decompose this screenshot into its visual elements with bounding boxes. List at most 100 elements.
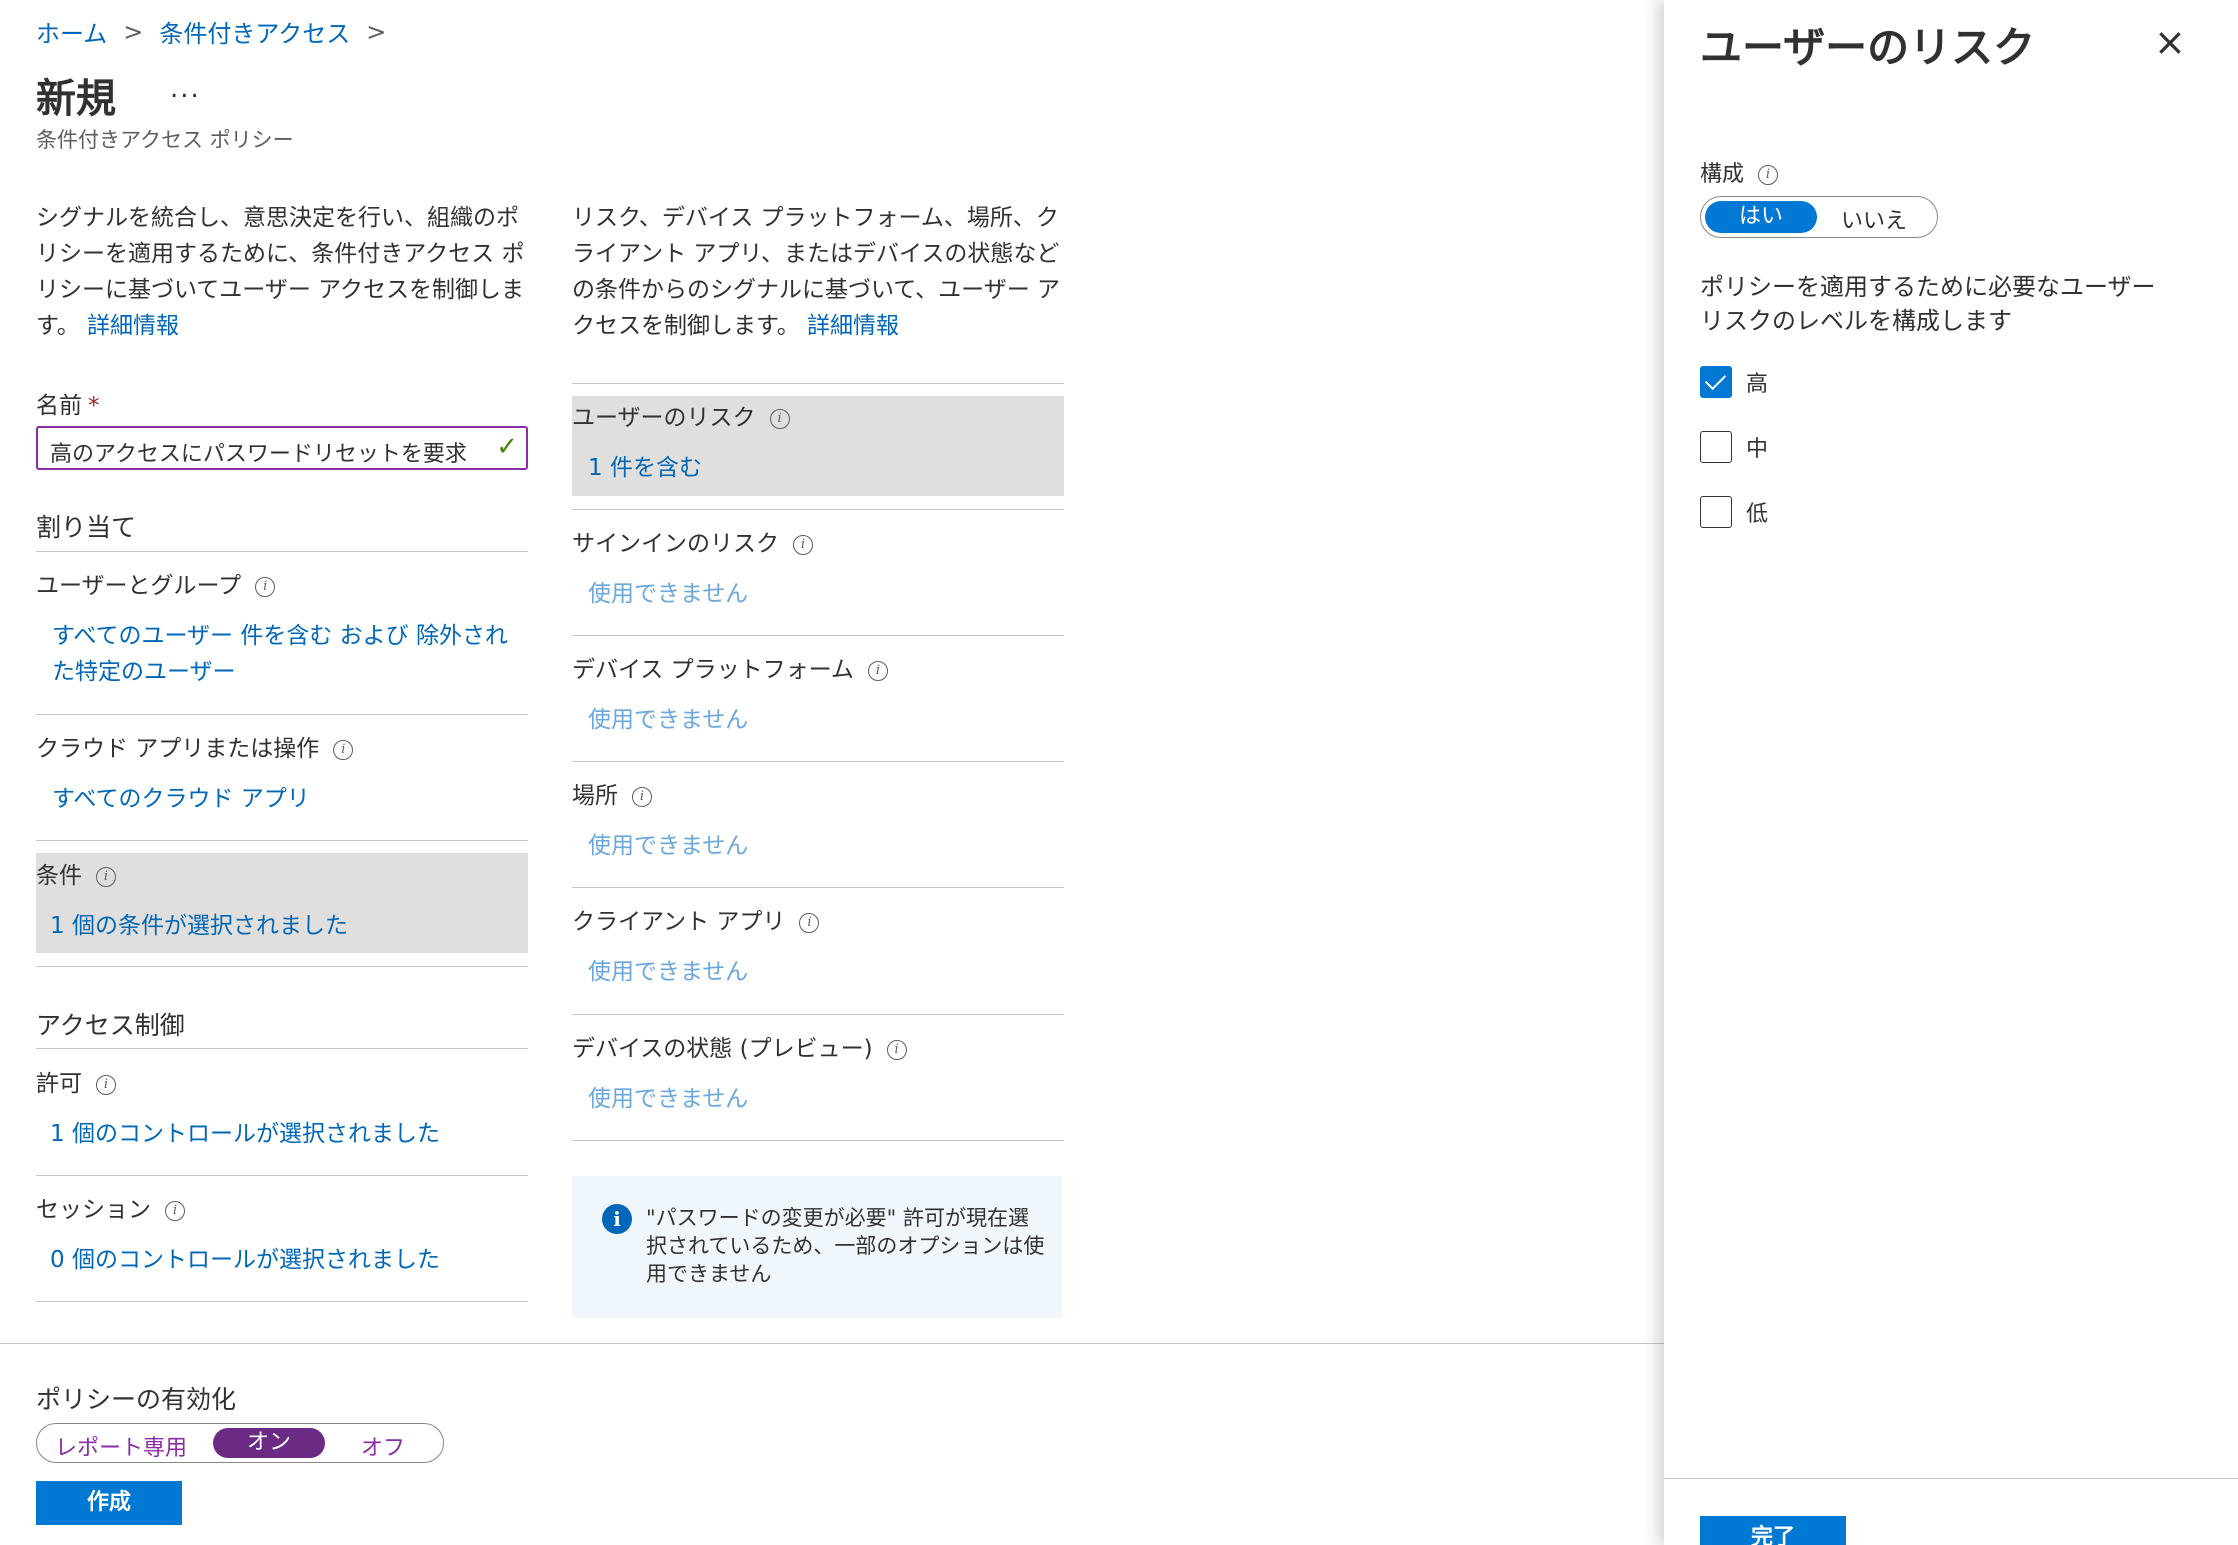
required-marker: *: [88, 393, 100, 419]
divider: [36, 1048, 528, 1049]
grant-label: 許可: [36, 1071, 82, 1097]
info-icon[interactable]: i: [255, 576, 276, 597]
divider: [572, 1140, 1064, 1141]
close-icon[interactable]: ×: [2154, 22, 2186, 62]
device-platform-item: デバイス プラットフォーム i 使用できません: [572, 650, 1064, 738]
users-label: ユーザーとグループ: [36, 573, 242, 599]
info-icon[interactable]: i: [1758, 165, 1779, 185]
risk-level-high-label: 高: [1746, 372, 1769, 397]
option-off[interactable]: オフ: [361, 1430, 405, 1462]
risk-level-medium[interactable]: 中: [1700, 431, 1768, 463]
cloud-apps-label: クラウド アプリまたは操作: [36, 736, 320, 762]
checkbox-medium[interactable]: [1700, 431, 1732, 463]
user-risk-item[interactable]: ユーザーのリスク i 1 件を含む: [572, 398, 1064, 486]
footer-divider: [0, 1343, 1664, 1344]
info-icon[interactable]: i: [333, 739, 354, 760]
session-value-link[interactable]: 0 個のコントロールが選択されました: [50, 1242, 528, 1278]
conditions-item[interactable]: 条件 i 1 個の条件が選択されました: [36, 856, 528, 944]
info-message-bar: i "パスワードの変更が必要" 許可が現在選択されているため、一部のオプションは…: [572, 1176, 1062, 1318]
configure-toggle: はい いいえ: [1700, 196, 1938, 238]
enable-policy-toggle: レポート専用 オン オフ: [36, 1423, 444, 1463]
info-icon[interactable]: i: [96, 1074, 116, 1095]
grant-item: 許可 i 1 個のコントロールが選択されました: [36, 1064, 528, 1152]
done-button[interactable]: 完了: [1700, 1516, 1846, 1545]
signin-risk-label: サインインのリスク: [572, 531, 779, 557]
checkmark-icon: ✓: [496, 432, 518, 462]
panel-footer-divider: [1664, 1478, 2238, 1479]
info-filled-icon: i: [602, 1204, 632, 1234]
info-icon[interactable]: i: [793, 534, 813, 555]
left-description: シグナルを統合し、意思決定を行い、組織のポリシーを適用するために、条件付きアクセ…: [36, 200, 536, 344]
device-platform-label: デバイス プラットフォーム: [572, 657, 854, 683]
access-controls-heading: アクセス制御: [36, 1011, 185, 1040]
risk-level-low[interactable]: 低: [1700, 496, 1768, 528]
divider: [572, 635, 1064, 636]
info-icon[interactable]: i: [165, 1200, 185, 1221]
session-label: セッション: [36, 1197, 151, 1223]
divider: [36, 966, 528, 967]
enable-policy-label: ポリシーの有効化: [36, 1385, 237, 1414]
panel-title: ユーザーのリスク: [1700, 23, 2036, 72]
info-icon[interactable]: i: [886, 1039, 907, 1060]
breadcrumb-conditional-access[interactable]: 条件付きアクセス: [159, 14, 350, 49]
info-icon[interactable]: i: [769, 408, 790, 429]
users-value-link[interactable]: すべてのユーザー 件を含む および 除外された特定のユーザー: [52, 618, 528, 690]
assignments-heading: 割り当て: [36, 513, 137, 542]
divider: [36, 714, 528, 715]
middle-description: リスク、デバイス プラットフォーム、場所、クライアント アプリ、またはデバイスの…: [572, 200, 1062, 344]
divider: [572, 1014, 1064, 1015]
info-icon[interactable]: i: [96, 866, 116, 887]
signin-risk-item: サインインのリスク i 使用できません: [572, 524, 1064, 612]
cloud-apps-item: クラウド アプリまたは操作 i すべてのクラウド アプリ: [36, 729, 528, 817]
breadcrumb: ホーム > 条件付きアクセス >: [36, 14, 386, 49]
page-subtitle: 条件付きアクセス ポリシー: [36, 128, 294, 152]
divider: [36, 551, 528, 552]
user-risk-value-link[interactable]: 1 件を含む: [588, 450, 1064, 486]
device-state-item: デバイスの状態 (プレビュー) i 使用できません: [572, 1029, 1064, 1117]
divider: [572, 383, 1064, 384]
toggle-no[interactable]: いいえ: [1841, 203, 1907, 235]
risk-level-low-label: 低: [1746, 502, 1769, 527]
info-icon[interactable]: i: [867, 660, 888, 681]
policy-name-input[interactable]: 高のアクセスにパスワードリセットを要求 ✓: [36, 426, 528, 470]
users-and-groups-item: ユーザーとグループ i すべてのユーザー 件を含む および 除外された特定のユーザ…: [36, 566, 528, 690]
name-label: 名前 *: [36, 386, 100, 420]
divider: [572, 509, 1064, 510]
divider: [36, 1301, 528, 1302]
configure-label-text: 構成: [1700, 162, 1745, 187]
user-risk-panel: ユーザーのリスク × 構成 i はい いいえ ポリシーを適用するために必要なユーザ…: [1664, 0, 2238, 1545]
device-state-value: 使用できません: [588, 1086, 749, 1112]
chevron-right-icon: >: [366, 17, 387, 46]
info-icon[interactable]: i: [799, 912, 820, 933]
toggle-yes[interactable]: はい: [1705, 201, 1817, 233]
divider: [572, 761, 1064, 762]
location-item: 場所 i 使用できません: [572, 776, 1064, 864]
page-title: 新規: [36, 76, 116, 122]
policy-name-value: 高のアクセスにパスワードリセットを要求: [50, 442, 467, 467]
signin-risk-value: 使用できません: [588, 581, 749, 607]
cloud-apps-value-link[interactable]: すべてのクラウド アプリ: [52, 781, 528, 817]
client-apps-label: クライアント アプリ: [572, 909, 786, 935]
learn-more-link[interactable]: 詳細情報: [807, 313, 899, 339]
conditions-value-link[interactable]: 1 個の条件が選択されました: [50, 908, 528, 944]
info-message-text: "パスワードの変更が必要" 許可が現在選択されているため、一部のオプションは使用…: [646, 1206, 1045, 1286]
learn-more-link[interactable]: 詳細情報: [87, 313, 179, 339]
checkbox-high[interactable]: [1700, 366, 1732, 398]
name-label-text: 名前: [36, 393, 82, 419]
configure-label: 構成 i: [1700, 156, 1779, 188]
divider: [572, 887, 1064, 888]
risk-level-high[interactable]: 高: [1700, 366, 1768, 398]
option-report-only[interactable]: レポート専用: [55, 1430, 187, 1462]
device-platform-value: 使用できません: [588, 707, 749, 733]
grant-value-link[interactable]: 1 個のコントロールが選択されました: [50, 1116, 528, 1152]
option-on[interactable]: オン: [213, 1428, 325, 1458]
info-icon[interactable]: i: [632, 786, 652, 807]
device-state-label: デバイスの状態 (プレビュー): [572, 1036, 873, 1062]
breadcrumb-home[interactable]: ホーム: [36, 14, 107, 49]
create-button[interactable]: 作成: [36, 1481, 182, 1525]
user-risk-label: ユーザーのリスク: [572, 405, 756, 431]
more-options-icon[interactable]: ...: [170, 74, 201, 104]
session-item: セッション i 0 個のコントロールが選択されました: [36, 1190, 528, 1278]
checkbox-low[interactable]: [1700, 496, 1732, 528]
divider: [36, 1175, 528, 1176]
